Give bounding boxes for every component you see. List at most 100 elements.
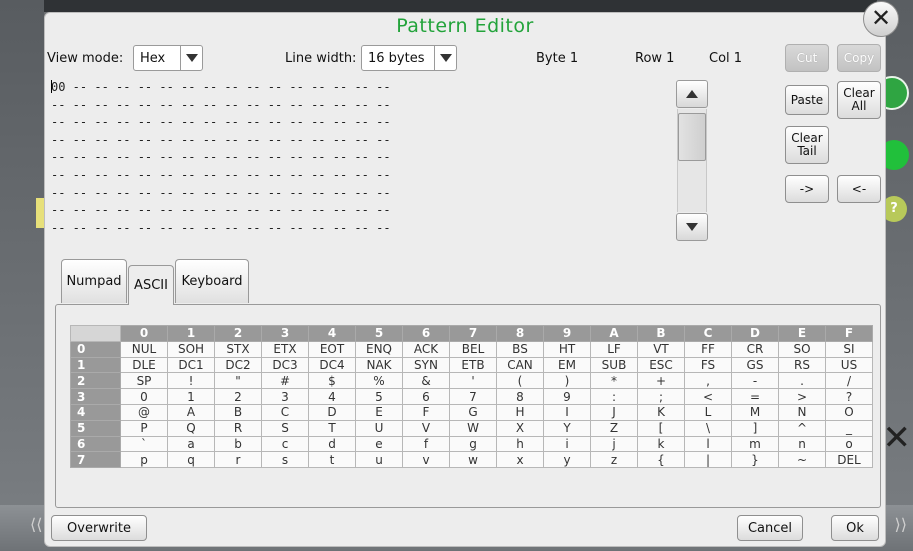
ok-button[interactable]: Ok bbox=[831, 515, 879, 541]
move-left-button[interactable]: <- bbox=[837, 175, 881, 203]
ascii-cell[interactable]: 1 bbox=[167, 388, 215, 405]
ascii-cell[interactable]: = bbox=[731, 388, 779, 405]
ascii-cell[interactable]: FF bbox=[684, 340, 732, 358]
ascii-cell[interactable]: R bbox=[214, 419, 262, 437]
scroll-thumb[interactable] bbox=[678, 113, 706, 161]
ascii-cell[interactable]: I bbox=[543, 403, 591, 421]
ascii-cell[interactable]: d bbox=[308, 435, 356, 453]
ascii-cell[interactable]: FS bbox=[684, 356, 732, 374]
ascii-cell[interactable]: X bbox=[496, 419, 544, 437]
ascii-cell[interactable]: | bbox=[684, 451, 732, 469]
ascii-cell[interactable]: . bbox=[778, 372, 826, 390]
ascii-cell[interactable]: r bbox=[214, 451, 262, 469]
ascii-cell[interactable]: o bbox=[825, 435, 873, 453]
ascii-cell[interactable]: J bbox=[590, 403, 638, 421]
ascii-cell[interactable]: BEL bbox=[449, 340, 497, 358]
cut-button[interactable]: Cut bbox=[785, 44, 829, 72]
ascii-cell[interactable]: D bbox=[308, 403, 356, 421]
ascii-cell[interactable]: % bbox=[355, 372, 403, 390]
ascii-cell[interactable]: a bbox=[167, 435, 215, 453]
ascii-cell[interactable]: v bbox=[402, 451, 450, 469]
copy-button[interactable]: Copy bbox=[837, 44, 881, 72]
ascii-cell[interactable]: } bbox=[731, 451, 779, 469]
ascii-cell[interactable]: EM bbox=[543, 356, 591, 374]
ascii-cell[interactable]: l bbox=[684, 435, 732, 453]
ascii-cell[interactable]: 7 bbox=[449, 388, 497, 405]
clear-tail-button[interactable]: Clear Tail bbox=[785, 126, 829, 164]
ascii-cell[interactable]: / bbox=[825, 372, 873, 390]
move-right-button[interactable]: -> bbox=[785, 175, 829, 203]
ascii-cell[interactable]: n bbox=[778, 435, 826, 453]
ascii-cell[interactable]: O bbox=[825, 403, 873, 421]
ascii-cell[interactable]: [ bbox=[637, 419, 685, 437]
ascii-cell[interactable]: EOT bbox=[308, 340, 356, 358]
ascii-cell[interactable]: DC2 bbox=[214, 356, 262, 374]
ascii-cell[interactable]: # bbox=[261, 372, 309, 390]
ascii-cell[interactable]: f bbox=[402, 435, 450, 453]
ascii-cell[interactable]: ( bbox=[496, 372, 544, 390]
scroll-up-button[interactable] bbox=[676, 80, 708, 108]
ascii-cell[interactable]: SOH bbox=[167, 340, 215, 358]
ascii-cell[interactable]: DC4 bbox=[308, 356, 356, 374]
ascii-cell[interactable]: N bbox=[778, 403, 826, 421]
ascii-cell[interactable]: - bbox=[731, 372, 779, 390]
ascii-cell[interactable]: G bbox=[449, 403, 497, 421]
overwrite-button[interactable]: Overwrite bbox=[51, 515, 147, 541]
ascii-cell[interactable]: $ bbox=[308, 372, 356, 390]
ascii-cell[interactable]: Z bbox=[590, 419, 638, 437]
ascii-cell[interactable]: ? bbox=[825, 388, 873, 405]
ascii-cell[interactable]: + bbox=[637, 372, 685, 390]
ascii-cell[interactable]: c bbox=[261, 435, 309, 453]
ascii-cell[interactable]: ^ bbox=[778, 419, 826, 437]
tab-numpad[interactable]: Numpad bbox=[61, 259, 127, 303]
ascii-cell[interactable]: HT bbox=[543, 340, 591, 358]
ascii-cell[interactable]: S bbox=[261, 419, 309, 437]
ascii-cell[interactable]: GS bbox=[731, 356, 779, 374]
ascii-cell[interactable]: ~ bbox=[778, 451, 826, 469]
tab-keyboard[interactable]: Keyboard bbox=[175, 259, 249, 303]
ascii-cell[interactable]: Q bbox=[167, 419, 215, 437]
clear-all-button[interactable]: Clear All bbox=[837, 81, 881, 119]
line-width-select[interactable]: 16 bytes bbox=[361, 45, 457, 71]
ascii-cell[interactable]: P bbox=[120, 419, 168, 437]
ascii-cell[interactable]: DC3 bbox=[261, 356, 309, 374]
ascii-cell[interactable]: DEL bbox=[825, 451, 873, 469]
ascii-cell[interactable]: y bbox=[543, 451, 591, 469]
ascii-cell[interactable]: DLE bbox=[120, 356, 168, 374]
cancel-button[interactable]: Cancel bbox=[737, 515, 803, 541]
ascii-cell[interactable]: i bbox=[543, 435, 591, 453]
ascii-cell[interactable]: e bbox=[355, 435, 403, 453]
ascii-cell[interactable]: 4 bbox=[308, 388, 356, 405]
tab-ascii[interactable]: ASCII bbox=[128, 265, 174, 305]
ascii-cell[interactable]: 6 bbox=[402, 388, 450, 405]
ascii-cell[interactable]: s bbox=[261, 451, 309, 469]
ascii-cell[interactable]: CR bbox=[731, 340, 779, 358]
scroll-track[interactable] bbox=[677, 109, 707, 212]
ascii-cell[interactable]: ) bbox=[543, 372, 591, 390]
paste-button[interactable]: Paste bbox=[785, 85, 829, 115]
ascii-cell[interactable]: ] bbox=[731, 419, 779, 437]
ascii-cell[interactable]: t bbox=[308, 451, 356, 469]
ascii-cell[interactable]: CAN bbox=[496, 356, 544, 374]
ascii-cell[interactable]: W bbox=[449, 419, 497, 437]
ascii-cell[interactable]: L bbox=[684, 403, 732, 421]
close-icon[interactable]: ✕ bbox=[863, 1, 899, 37]
ascii-cell[interactable]: U bbox=[355, 419, 403, 437]
ascii-cell[interactable]: k bbox=[637, 435, 685, 453]
ascii-cell[interactable]: , bbox=[684, 372, 732, 390]
ascii-cell[interactable]: M bbox=[731, 403, 779, 421]
ascii-cell[interactable]: q bbox=[167, 451, 215, 469]
ascii-cell[interactable]: h bbox=[496, 435, 544, 453]
ascii-cell[interactable]: RS bbox=[778, 356, 826, 374]
ascii-cell[interactable]: STX bbox=[214, 340, 262, 358]
ascii-cell[interactable]: VT bbox=[637, 340, 685, 358]
ascii-cell[interactable]: E bbox=[355, 403, 403, 421]
ascii-cell[interactable]: b bbox=[214, 435, 262, 453]
ascii-cell[interactable]: ETX bbox=[261, 340, 309, 358]
ascii-cell[interactable]: 2 bbox=[214, 388, 262, 405]
ascii-cell[interactable]: 8 bbox=[496, 388, 544, 405]
ascii-cell[interactable]: g bbox=[449, 435, 497, 453]
ascii-cell[interactable]: ' bbox=[449, 372, 497, 390]
ascii-cell[interactable]: BS bbox=[496, 340, 544, 358]
ascii-cell[interactable]: ACK bbox=[402, 340, 450, 358]
